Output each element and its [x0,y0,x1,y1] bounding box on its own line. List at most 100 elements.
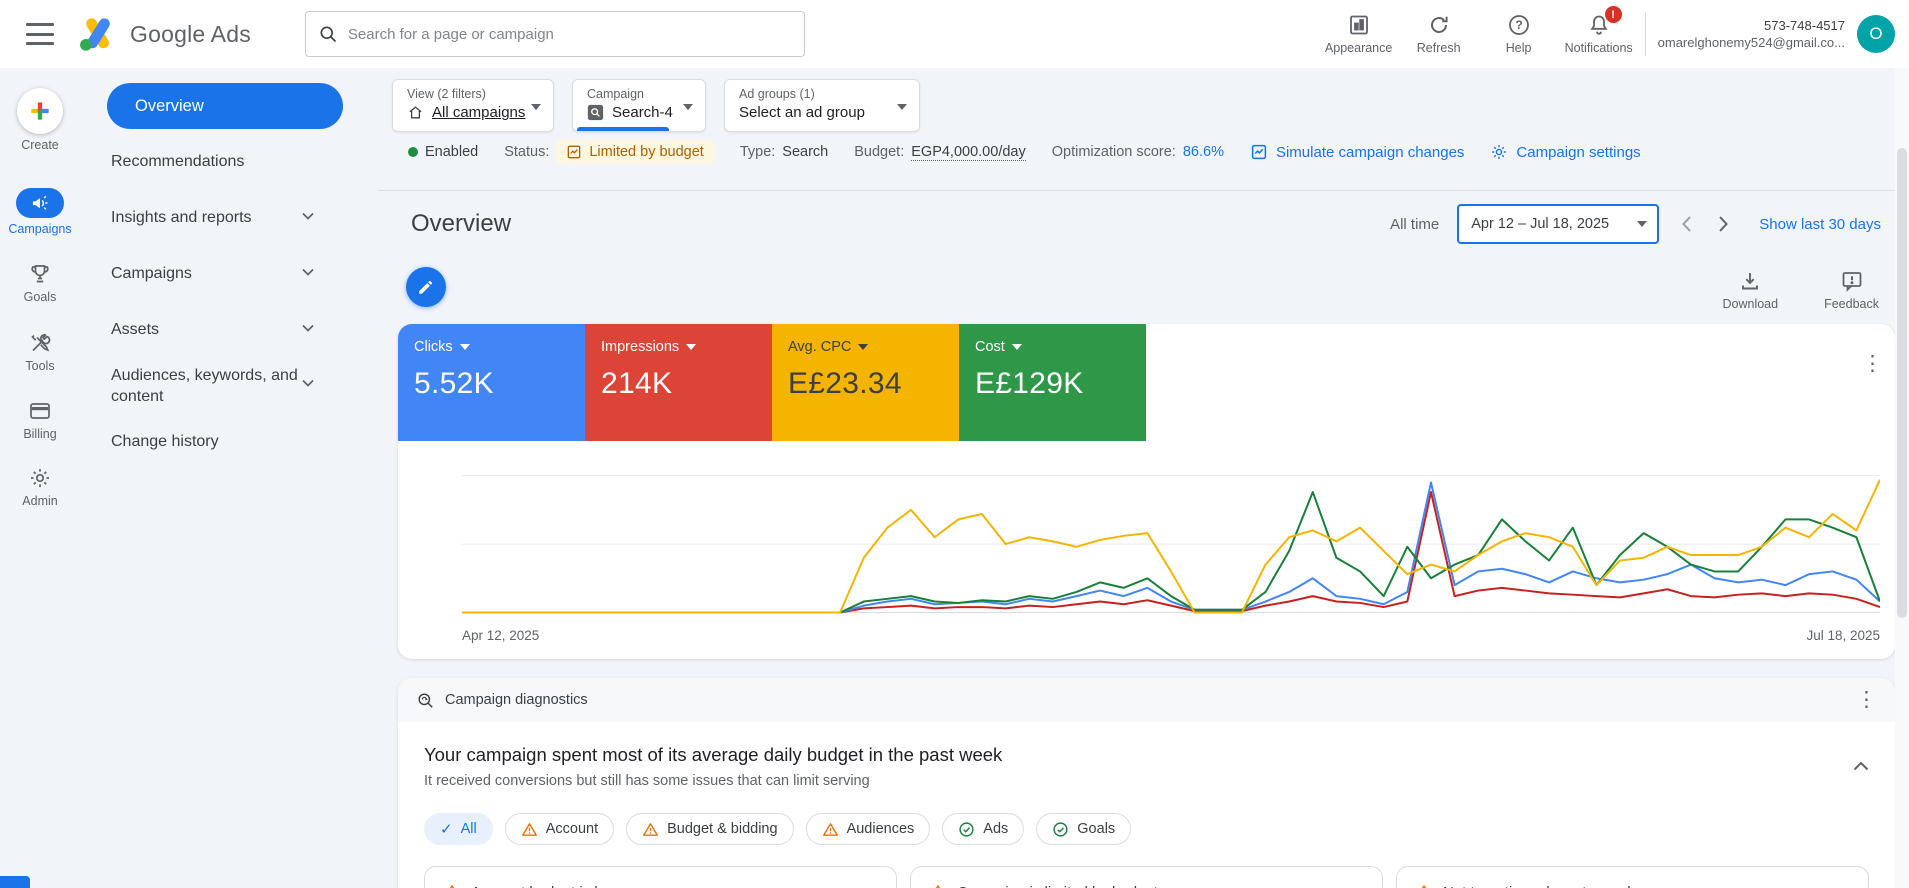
home-icon [407,104,424,121]
nav-item-campaigns[interactable]: Campaigns [111,263,358,284]
scrollbar-thumb[interactable] [1897,148,1907,618]
create-plus-icon [27,98,53,124]
check-circle-icon [958,821,975,838]
show-last-30-days-link[interactable]: Show last 30 days [1759,216,1881,233]
simulate-chart-icon [1250,143,1268,161]
enabled-dot-icon [408,147,418,157]
tools-icon [28,331,52,355]
scorecard-impressions[interactable]: Impressions 214K [585,324,772,441]
date-range-selector[interactable]: Apr 12 – Jul 18, 2025 [1457,204,1660,244]
avatar[interactable]: O [1857,15,1895,53]
enabled-status[interactable]: Enabled [408,144,478,160]
chip-account[interactable]: Account [504,813,615,845]
issue-card-not-targeting[interactable]: Not targeting relevant searches [1396,866,1869,888]
x-axis-start-label: Apr 12, 2025 [462,628,540,643]
budget-value[interactable]: EGP4,000.00/day [911,144,1026,161]
dropdown-arrow-icon [683,104,693,110]
download-icon [1738,269,1762,293]
collapse-chevron-icon[interactable] [1847,752,1875,782]
chevron-down-icon [302,268,314,276]
account-phone: 573-748-4517 [1764,18,1845,33]
diagnostics-subtitle: It received conversions but still has so… [424,773,870,789]
adgroup-filter-dropdown[interactable]: Ad groups (1) Select an ad group [724,79,920,132]
diagnostics-menu-button[interactable]: ⋮ [1856,689,1877,710]
account-info[interactable]: 573-748-4517 omarelghonemy524@gmail.co..… [1658,17,1845,51]
optimization-score-value[interactable]: 86.6% [1183,144,1224,160]
diagnostics-filter-chips: ✓ All Account Budget & bidding Audiences [424,813,1869,845]
nav-item-change-history[interactable]: Change history [111,431,358,452]
issue-card-account-budget[interactable]: Account budget is low [424,866,897,888]
notifications-button[interactable]: ! Notifications [1559,6,1639,55]
search-icon [318,24,338,44]
diagnostics-header: Campaign diagnostics ⋮ [398,678,1895,722]
nav-item-audiences-keywords-content[interactable]: Audiences, keywords, and content [111,365,358,407]
campaign-settings-link[interactable]: Campaign settings [1490,143,1641,161]
gear-icon [28,466,52,490]
dropdown-arrow-icon [459,344,470,350]
dropdown-arrow-icon [1011,344,1022,350]
warning-triangle-icon [521,821,538,838]
warning-triangle-icon [443,883,461,888]
megaphone-icon [30,193,50,213]
view-filter-dropdown[interactable]: View (2 filters) All campaigns [392,79,554,132]
warning-triangle-icon [642,821,659,838]
menu-icon[interactable] [26,23,54,45]
rail-item-campaigns[interactable]: Campaigns [0,188,80,236]
chart-x-axis: Apr 12, 2025 Jul 18, 2025 [462,628,1880,643]
rail-item-goals[interactable]: Goals [0,262,80,304]
trophy-icon [28,262,52,286]
nav-item-recommendations[interactable]: Recommendations [111,151,358,172]
help-button[interactable]: ? Help [1479,13,1559,55]
check-icon: ✓ [440,821,453,838]
create-button[interactable]: Create [0,88,80,152]
status-label: Status: [504,144,550,160]
previous-period-button[interactable] [1677,211,1696,237]
scorecard-cost[interactable]: Cost E£129K [959,324,1146,441]
scorecard-clicks[interactable]: Clicks 5.52K [398,324,585,441]
global-search[interactable] [304,11,805,57]
refresh-button[interactable]: Refresh [1399,13,1479,55]
appearance-button[interactable]: Appearance [1319,13,1399,55]
chip-audiences[interactable]: Audiences [805,813,931,845]
chip-goals[interactable]: Goals [1036,813,1132,845]
section-divider [378,190,1895,191]
svg-text:?: ? [1515,18,1522,32]
nav-item-overview[interactable]: Overview [107,83,343,129]
time-series-chart [462,470,1880,620]
nav-item-assets[interactable]: Assets [111,319,358,340]
search-input[interactable] [347,25,792,43]
issue-card-limited-by-budget[interactable]: Campaign is limited by budget [910,866,1383,888]
settings-gear-icon [1490,143,1508,161]
edit-button[interactable] [406,267,446,307]
download-button[interactable]: Download [1723,269,1778,311]
scorecard-avg-cpc[interactable]: Avg. CPC E£23.34 [772,324,959,441]
google-ads-logo[interactable]: Google Ads [78,15,251,53]
chart-actions: Download Feedback [1723,269,1879,311]
chip-budget-bidding[interactable]: Budget & bidding [626,813,794,845]
dropdown-arrow-icon [858,344,869,350]
refresh-icon [1427,13,1451,37]
vertical-scrollbar[interactable] [1895,68,1909,888]
nav-item-insights-and-reports[interactable]: Insights and reports [111,207,358,228]
chip-all[interactable]: ✓ All [424,813,493,845]
top-bar: Google Ads Appearance Refresh [0,0,1909,68]
chart-menu-button[interactable]: ⋮ [1862,353,1883,374]
rail-item-tools[interactable]: Tools [0,331,80,373]
limited-by-budget-chip[interactable]: Limited by budget [556,140,714,164]
credit-card-icon [28,399,52,423]
campaign-filter-dropdown[interactable]: Campaign Search-4 [572,79,706,132]
google-ads-page: Google Ads Appearance Refresh [0,0,1909,888]
dropdown-arrow-icon [1637,221,1648,227]
feedback-button[interactable]: Feedback [1824,269,1879,311]
optimization-score-label: Optimization score: [1051,144,1176,160]
account-email: omarelghonemy524@gmail.co... [1657,35,1845,50]
chevron-down-icon [302,212,314,220]
simulate-campaign-changes-link[interactable]: Simulate campaign changes [1250,143,1464,161]
next-period-button[interactable] [1714,211,1733,237]
chip-ads[interactable]: Ads [942,813,1025,845]
rail-item-admin[interactable]: Admin [0,466,80,508]
rail-item-billing[interactable]: Billing [0,399,80,441]
performance-chart-card: Clicks 5.52K Impressions 214K Avg. CPC E… [398,324,1895,659]
diagnostics-body: Your campaign spent most of its average … [398,722,1895,888]
chart-canvas [462,470,1880,620]
